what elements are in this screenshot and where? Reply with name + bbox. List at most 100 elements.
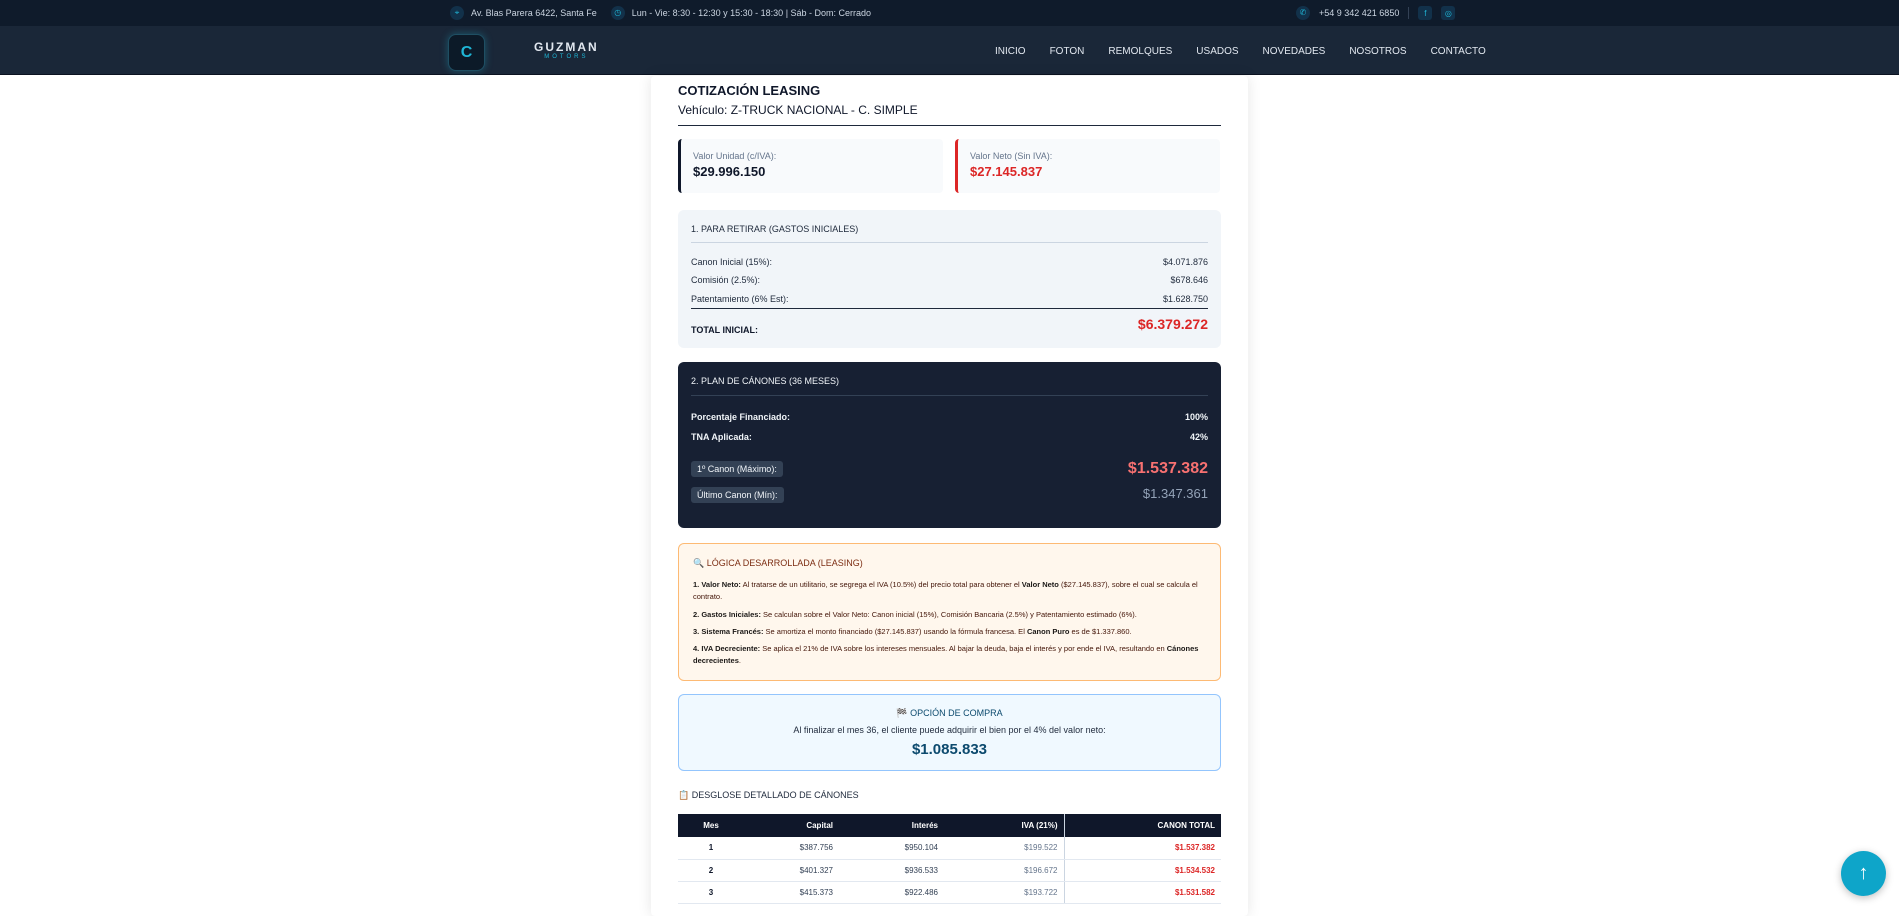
- hours-item: ◷ Lun - Vie: 8:30 - 12:30 y 15:30 - 18:3…: [610, 6, 872, 20]
- net-value-box: Valor Neto (Sin IVA): $27.145.837: [955, 139, 1220, 193]
- cost-value: $4.071.876: [1162, 257, 1208, 267]
- total-value: $6.379.272: [1137, 316, 1208, 332]
- table-cell: $922.486: [847, 881, 952, 904]
- quote-title: COTIZACIÓN LEASING: [678, 83, 821, 98]
- main-navbar: C GUZMAN MOTORS INICIO FOTON REMOLQUES U…: [0, 26, 1899, 75]
- phone-icon: ✆: [1296, 6, 1310, 20]
- arrow-up-icon: ↑: [1858, 862, 1869, 884]
- logic-term: Canon Puro: [1026, 627, 1070, 636]
- cost-label: Patentamiento (6% Est):: [691, 294, 789, 304]
- top-info-left: ⌖ Av. Blas Parera 6422, Santa Fe ◷ Lun -…: [450, 6, 871, 20]
- nav-item-remolques[interactable]: REMOLQUES: [1108, 46, 1172, 57]
- initial-costs-heading: 1. PARA RETIRAR (GASTOS INICIALES): [691, 224, 859, 234]
- brand-name: GUZMAN: [534, 40, 599, 54]
- table-cell: $1.534.532: [1063, 859, 1221, 882]
- table-cell: $199.522: [952, 837, 1064, 860]
- cost-value: $678.646: [1170, 275, 1208, 285]
- clock-icon: ◷: [610, 6, 625, 20]
- purchase-option-value: $1.085.833: [911, 741, 988, 758]
- brand-tag: MOTORS: [544, 54, 589, 60]
- total-divider: [691, 308, 1208, 309]
- table-cell: $1.537.382: [1063, 837, 1221, 860]
- financed-row: Porcentaje Financiado: 100%: [691, 412, 1208, 422]
- cost-value: $1.628.750: [1162, 294, 1208, 304]
- column-header: Mes: [678, 814, 744, 837]
- facebook-icon[interactable]: f: [1418, 6, 1433, 20]
- divider: [691, 242, 1208, 243]
- unit-value-label: Valor Unidad (c/IVA):: [693, 151, 777, 161]
- financed-value: 100%: [1184, 412, 1208, 422]
- logic-term: 4. IVA Decreciente:: [693, 644, 761, 653]
- column-header: Interés: [847, 814, 952, 837]
- unit-value: $29.996.150: [693, 164, 766, 179]
- table-cell: $196.672: [952, 859, 1064, 882]
- table-cell: $936.533: [847, 859, 952, 882]
- instagram-icon[interactable]: ◎: [1441, 6, 1456, 20]
- canon-plan-section: 2. PLAN DE CÁNONES (36 MESES) Porcentaje…: [678, 362, 1221, 528]
- table-cell: $401.327: [744, 859, 847, 882]
- table-cell: $950.104: [847, 837, 952, 860]
- table-cell: $415.373: [744, 881, 847, 904]
- logic-text: Se amortiza el monto financiado ($27.145…: [763, 627, 1027, 636]
- net-value: $27.145.837: [970, 164, 1043, 179]
- first-canon-value: $1.537.382: [1127, 460, 1208, 477]
- logic-term: Valor Neto: [1021, 580, 1059, 589]
- logic-paragraph: 3. Sistema Francés: Se amortiza el monto…: [693, 626, 1203, 638]
- logic-paragraph: 2. Gastos Iniciales: Se calculan sobre e…: [693, 609, 1203, 621]
- table-cell: 1: [678, 837, 744, 860]
- breakdown-table: Mes Capital Interés IVA (21%) CANON TOTA…: [678, 814, 1221, 904]
- table-cell: $387.756: [744, 837, 847, 860]
- table-row: 1 $387.756 $950.104 $199.522 $1.537.382: [678, 837, 1221, 860]
- canon-plan-heading: 2. PLAN DE CÁNONES (36 MESES): [691, 376, 840, 386]
- logo-icon[interactable]: C: [448, 34, 485, 71]
- financed-label: Porcentaje Financiado:: [691, 412, 791, 422]
- nav-item-nosotros[interactable]: NOSOTROS: [1349, 46, 1406, 57]
- hours-text: Lun - Vie: 8:30 - 12:30 y 15:30 - 18:30 …: [631, 8, 872, 18]
- breakdown-heading: 📋 DESGLOSE DETALLADO DE CÁNONES: [678, 790, 859, 800]
- nav-menu: INICIO FOTON REMOLQUES USADOS NOVEDADES …: [995, 46, 1510, 57]
- first-canon-label: 1º Canon (Máximo):: [691, 461, 783, 477]
- nav-item-novedades[interactable]: NOVEDADES: [1263, 46, 1326, 57]
- logic-text: Al tratarse de un utilitario, se segrega…: [740, 580, 1022, 589]
- logic-paragraph: 1. Valor Neto: Al tratarse de un utilita…: [693, 579, 1203, 603]
- logic-term: 1. Valor Neto:: [693, 580, 741, 589]
- cost-row: Patentamiento (6% Est): $1.628.750: [691, 294, 1208, 304]
- table-cell: 2: [678, 859, 744, 882]
- nav-item-foton[interactable]: FOTON: [1050, 46, 1085, 57]
- phone-link[interactable]: +54 9 342 421 6850: [1319, 8, 1399, 18]
- tna-row: TNA Aplicada: 42%: [691, 432, 1208, 442]
- unit-value-box: Valor Unidad (c/IVA): $29.996.150: [678, 139, 943, 193]
- scroll-top-button[interactable]: ↑: [1841, 851, 1886, 896]
- logic-heading: 🔍 LÓGICA DESARROLLADA (LEASING): [693, 558, 863, 568]
- logic-text: .: [738, 656, 741, 665]
- top-info-right: ✆ +54 9 342 421 6850 f ◎: [1296, 6, 1456, 20]
- column-header: CANON TOTAL: [1063, 814, 1221, 837]
- logic-section: 🔍 LÓGICA DESARROLLADA (LEASING) 1. Valor…: [678, 543, 1221, 681]
- top-info-bar: ⌖ Av. Blas Parera 6422, Santa Fe ◷ Lun -…: [0, 0, 1899, 26]
- nav-item-contacto[interactable]: CONTACTO: [1431, 46, 1486, 57]
- net-value-label: Valor Neto (Sin IVA):: [970, 151, 1053, 161]
- last-canon-label: Último Canon (Mín):: [691, 487, 784, 503]
- tna-label: TNA Aplicada:: [691, 432, 752, 442]
- divider: [1408, 7, 1410, 19]
- vehicle-subtitle: Vehículo: Z-TRUCK NACIONAL - C. SIMPLE: [678, 103, 918, 117]
- address-text: Av. Blas Parera 6422, Santa Fe: [471, 8, 597, 18]
- logic-term: 2. Gastos Iniciales:: [693, 610, 761, 619]
- nav-item-inicio[interactable]: INICIO: [995, 46, 1026, 57]
- divider: [691, 395, 1208, 396]
- column-header: IVA (21%): [952, 814, 1064, 837]
- table-row: 3 $415.373 $922.486 $193.722 $1.531.582: [678, 881, 1221, 904]
- nav-item-usados[interactable]: USADOS: [1196, 46, 1238, 57]
- total-row: TOTAL INICIAL: $6.379.272: [691, 316, 1208, 338]
- initial-costs-section: 1. PARA RETIRAR (GASTOS INICIALES) Canon…: [678, 210, 1221, 348]
- location-pin-icon: ⌖: [450, 6, 464, 20]
- cost-row: Comisión (2.5%): $678.646: [691, 275, 1208, 285]
- title-divider: [678, 125, 1221, 126]
- cost-label: Canon Inicial (15%):: [691, 257, 773, 267]
- cost-label: Comisión (2.5%):: [691, 275, 761, 285]
- brand-logo[interactable]: GUZMAN MOTORS: [534, 41, 599, 61]
- last-canon-value: $1.347.361: [1142, 486, 1208, 501]
- logic-text: Se calculan sobre el Valor Neto: Canon i…: [760, 610, 1137, 619]
- logic-paragraph: 4. IVA Decreciente: Se aplica el 21% de …: [693, 643, 1203, 667]
- address-item: ⌖ Av. Blas Parera 6422, Santa Fe: [450, 6, 597, 20]
